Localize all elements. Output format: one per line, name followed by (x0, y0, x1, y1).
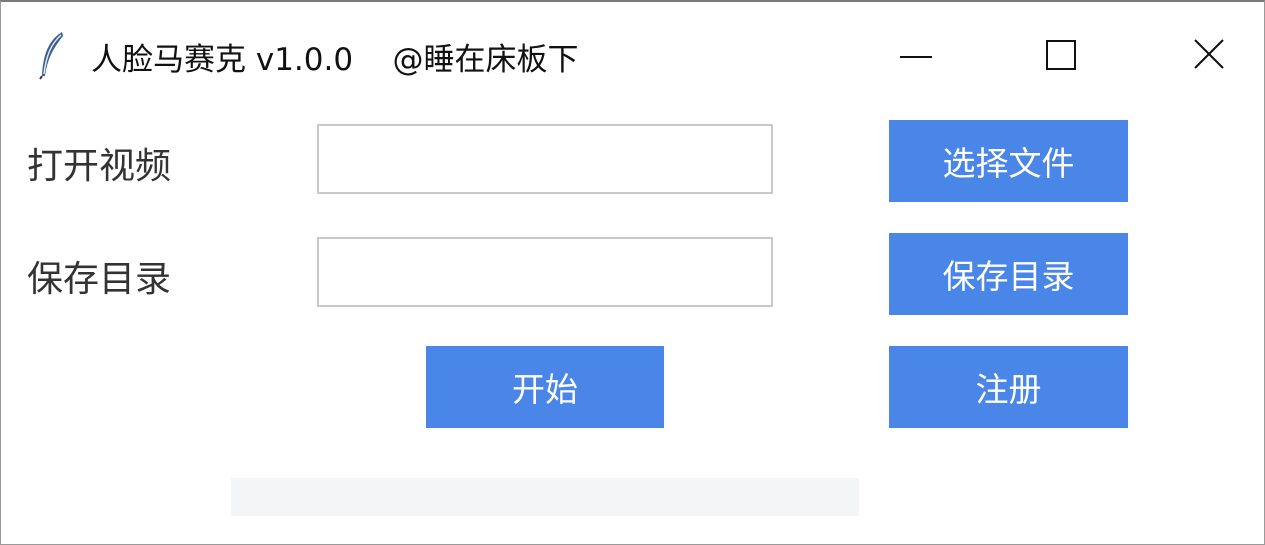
close-button[interactable] (1187, 32, 1231, 76)
feather-icon (37, 30, 67, 80)
save-dir-button[interactable]: 保存目录 (889, 233, 1128, 315)
minimize-icon (900, 56, 932, 58)
register-button[interactable]: 注册 (889, 346, 1128, 428)
minimize-button[interactable] (894, 32, 938, 76)
maximize-button[interactable] (1039, 32, 1083, 76)
open-video-label: 打开视频 (27, 146, 172, 187)
window-title: 人脸马赛克 v1.0.0 @睡在床板下 (91, 42, 579, 78)
start-button[interactable]: 开始 (426, 346, 664, 428)
open-video-input[interactable] (317, 124, 773, 194)
save-dir-label: 保存目录 (27, 259, 172, 300)
choose-file-button[interactable]: 选择文件 (889, 120, 1128, 202)
progress-bar (231, 478, 859, 516)
title-bar[interactable]: 人脸马赛克 v1.0.0 @睡在床板下 (1, 2, 1264, 102)
close-icon (1194, 39, 1224, 69)
app-window: 人脸马赛克 v1.0.0 @睡在床板下 打开视频 选择文件 保存目录 保存目录 … (0, 0, 1265, 545)
maximize-icon (1046, 40, 1076, 70)
save-dir-input[interactable] (317, 237, 773, 307)
